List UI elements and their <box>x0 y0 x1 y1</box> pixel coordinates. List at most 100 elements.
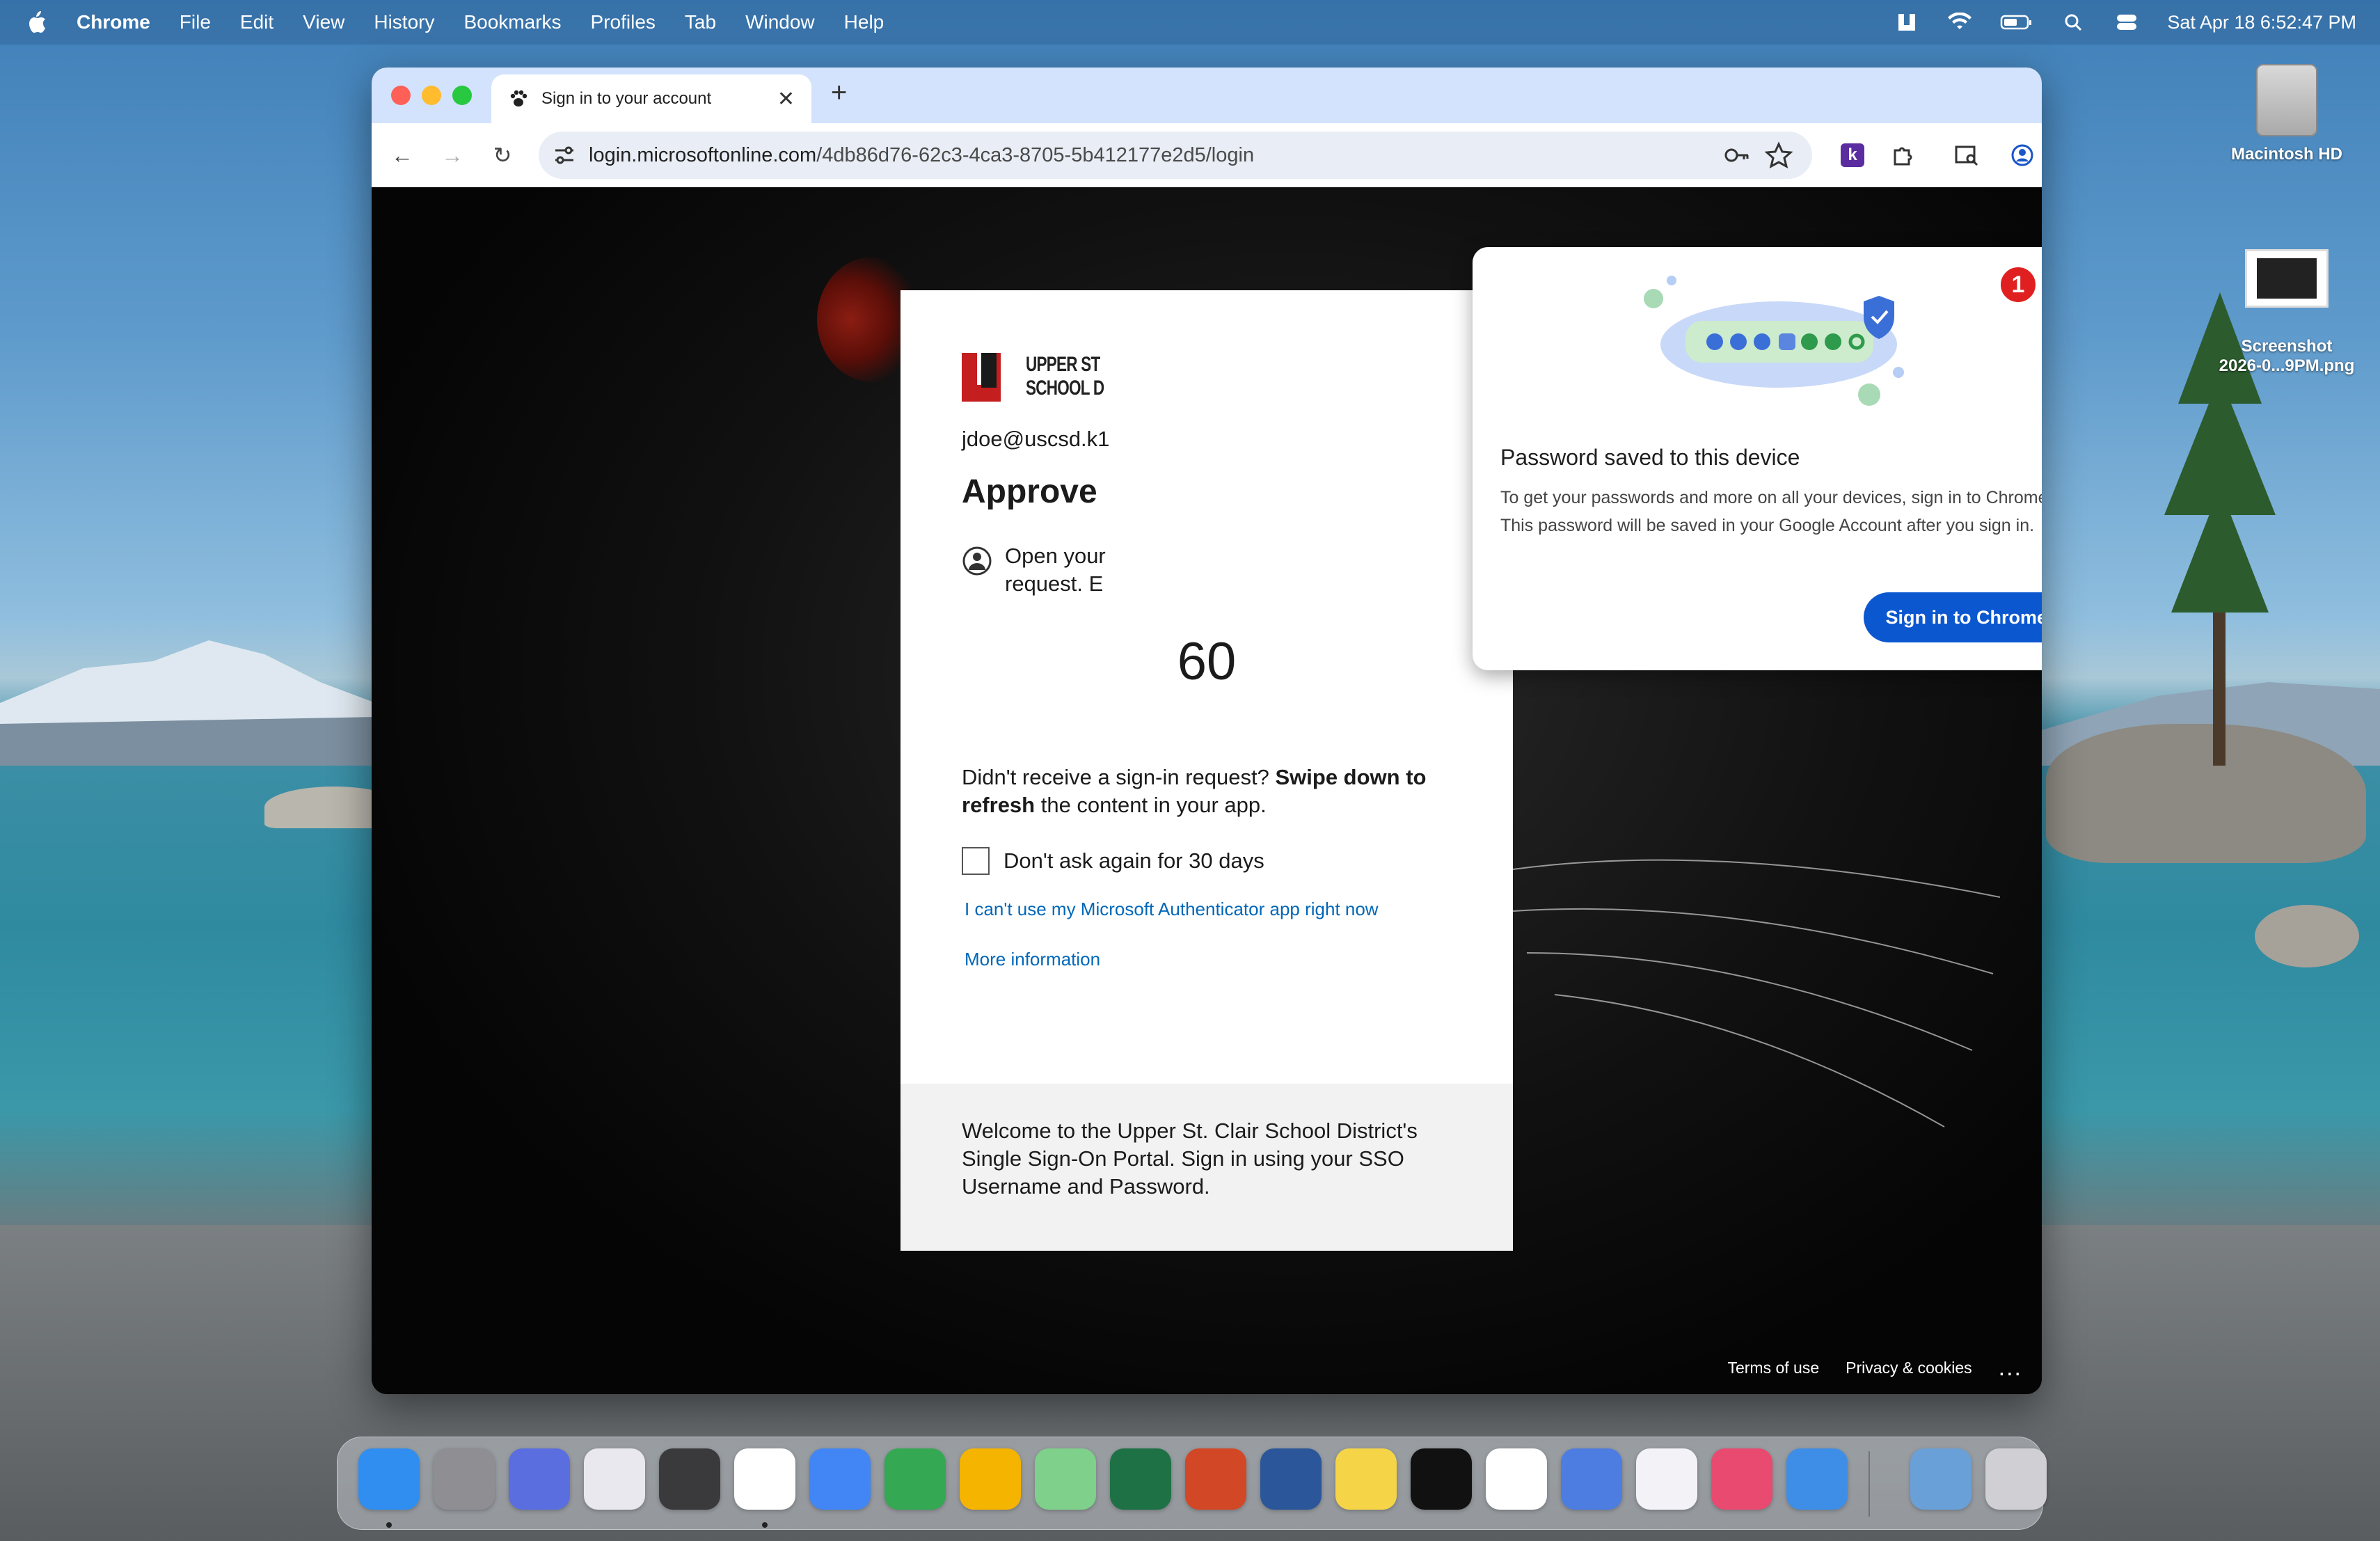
dock-app-system-settings-icon[interactable] <box>434 1448 495 1510</box>
desktop-icon-label: Screenshot 2026-0...9PM.png <box>2219 337 2355 375</box>
didnt-receive-text: Didn't receive a sign-in request? Swipe … <box>962 765 1427 817</box>
dock-app-reminders-icon[interactable] <box>1636 1448 1697 1510</box>
dock-app-iphone-mirroring-icon[interactable] <box>509 1448 570 1510</box>
spotlight-search-icon[interactable] <box>2061 13 2086 32</box>
bubble-body: To get your passwords and more on all yo… <box>1500 488 2042 535</box>
authenticator-lock-icon <box>962 546 992 576</box>
dock-app-screen-time-icon[interactable] <box>1561 1448 1622 1510</box>
address-bar[interactable]: login.microsoftonline.com/4db86d76-62c3-… <box>539 132 1812 179</box>
district-logo-icon <box>962 353 1001 402</box>
close-window-button[interactable] <box>391 86 411 105</box>
background-whiskers <box>1513 859 2000 1128</box>
chrome-window: Sign in to your account ✕ + ← → ↻ login.… <box>372 68 2042 1394</box>
district-u-icon[interactable] <box>1894 13 1919 32</box>
menu-bar-clock[interactable]: Sat Apr 18 6:52:47 PM <box>2167 12 2356 33</box>
dock-app-google-slides-icon[interactable] <box>960 1448 1021 1510</box>
dock-app-notes-icon[interactable] <box>1335 1448 1397 1510</box>
battery-icon[interactable] <box>2000 13 2033 32</box>
dont-ask-again-row[interactable]: Don't ask again for 30 days <box>962 847 1264 875</box>
dock-app-downloads-folder-icon[interactable] <box>1910 1448 1972 1510</box>
user-email: jdoe@uscsd.k1 <box>962 427 1110 451</box>
more-information-link[interactable]: More information <box>965 949 1100 970</box>
more-options-link[interactable]: ... <box>1999 1354 2022 1382</box>
dock-app-maps-icon[interactable] <box>1035 1448 1096 1510</box>
paw-favicon-icon <box>510 90 527 106</box>
notification-badge: 1 <box>1999 265 2038 304</box>
menu-view[interactable]: View <box>303 11 344 33</box>
password-saved-bubble: 1 ✕ Password saved to this device To get… <box>1473 247 2042 670</box>
sign-in-to-chrome-button[interactable]: Sign in to Chrome <box>1863 592 2042 642</box>
k-extension-icon[interactable]: k <box>1837 140 1868 171</box>
district-logo-text: UPPER ST SCHOOL D <box>1026 353 1104 400</box>
new-tab-button[interactable]: + <box>831 77 847 109</box>
hard-drive-icon <box>2256 64 2317 136</box>
dock-app-finder-icon[interactable] <box>358 1448 420 1510</box>
dock-app-calculator-icon[interactable] <box>659 1448 720 1510</box>
macos-menu-bar: Chrome File Edit View History Bookmarks … <box>0 0 2380 45</box>
bookmark-star-icon[interactable] <box>1765 141 1793 169</box>
tab-close-icon[interactable]: ✕ <box>777 87 795 111</box>
desktop-icon-screenshot[interactable]: Screenshot 2026-0...9PM.png <box>2217 230 2356 395</box>
screenshot-thumbnail-icon <box>2245 249 2329 308</box>
page-title: Approve <box>962 473 1097 510</box>
tab-search-icon[interactable] <box>1951 140 1982 171</box>
dock-app-tv-icon[interactable] <box>1411 1448 1472 1510</box>
forward-button[interactable]: → <box>437 140 468 171</box>
password-illustration-icon <box>1644 276 1904 406</box>
page-footer-links: Terms of use Privacy & cookies ... <box>1727 1354 2022 1382</box>
back-button[interactable]: ← <box>387 140 418 171</box>
url-host: login.microsoftonline.com <box>589 143 817 166</box>
url-path: /4db86d76-62c3-4ca3-8705-5b412177e2d5/lo… <box>816 143 1255 166</box>
sign-in-card: UPPER ST SCHOOL D jdoe@uscsd.k1 Approve … <box>901 290 1513 1251</box>
dont-ask-again-label[interactable]: Don't ask again for 30 days <box>1003 848 1264 874</box>
bubble-title: Password saved to this device <box>1500 445 1800 470</box>
macos-dock <box>337 1437 2047 1530</box>
apple-menu-icon[interactable] <box>26 10 47 34</box>
dock-app-trash-icon[interactable] <box>1985 1448 2047 1510</box>
menu-bar-status-area: Sat Apr 18 6:52:47 PM <box>1894 0 2356 45</box>
minimize-window-button[interactable] <box>422 86 441 105</box>
browser-toolbar: ← → ↻ login.microsoftonline.com/4db86d76… <box>372 123 2042 187</box>
cant-use-authenticator-link[interactable]: I can't use my Microsoft Authenticator a… <box>965 899 1379 920</box>
wallpaper-rock <box>2255 905 2359 967</box>
desktop-icon-label: Macintosh HD <box>2230 145 2342 164</box>
dock-app-photos-icon[interactable] <box>1486 1448 1547 1510</box>
dock-app-excel-icon[interactable] <box>1110 1448 1171 1510</box>
menu-profiles[interactable]: Profiles <box>591 11 656 33</box>
wifi-icon[interactable] <box>1947 13 1972 32</box>
menu-help[interactable]: Help <box>844 11 884 33</box>
dock-app-word-icon[interactable] <box>1260 1448 1322 1510</box>
zoom-window-button[interactable] <box>452 86 472 105</box>
auth-instructions: Open your request. E <box>1005 544 1106 596</box>
tab-title: Sign in to your account <box>541 89 712 108</box>
dock-running-indicator <box>386 1522 392 1528</box>
desktop-icon-macintosh-hd[interactable]: Macintosh HD <box>2217 64 2356 164</box>
menu-history[interactable]: History <box>374 11 434 33</box>
dock-app-google-chrome-icon[interactable] <box>734 1448 795 1510</box>
tab-sign-in[interactable]: Sign in to your account ✕ <box>491 74 811 123</box>
menu-window[interactable]: Window <box>745 11 815 33</box>
menu-app-name[interactable]: Chrome <box>77 11 150 33</box>
profile-avatar-icon[interactable] <box>2007 140 2038 171</box>
dont-ask-again-checkbox[interactable] <box>962 847 990 875</box>
password-key-icon[interactable] <box>1723 144 1751 166</box>
tab-strip: Sign in to your account ✕ + <box>372 68 2042 123</box>
extensions-puzzle-icon[interactable] <box>1887 140 1918 171</box>
menu-bookmarks[interactable]: Bookmarks <box>463 11 561 33</box>
terms-of-use-link[interactable]: Terms of use <box>1727 1359 1819 1377</box>
match-number: 60 <box>1177 632 1237 691</box>
privacy-cookies-link[interactable]: Privacy & cookies <box>1846 1359 1972 1377</box>
dock-app-google-sheets-icon[interactable] <box>884 1448 946 1510</box>
menu-file[interactable]: File <box>180 11 211 33</box>
control-center-icon[interactable] <box>2114 13 2139 32</box>
menu-tab[interactable]: Tab <box>685 11 716 33</box>
dock-app-launchpad-icon[interactable] <box>584 1448 645 1510</box>
dock-app-powerpoint-icon[interactable] <box>1185 1448 1246 1510</box>
dock-app-shortcuts-icon[interactable] <box>1711 1448 1772 1510</box>
site-info-icon[interactable] <box>553 144 576 166</box>
reload-button[interactable]: ↻ <box>487 140 518 171</box>
menu-edit[interactable]: Edit <box>240 11 273 33</box>
dock-app-weather-icon[interactable] <box>1786 1448 1848 1510</box>
dock-app-google-docs-icon[interactable] <box>809 1448 871 1510</box>
dock-running-indicator <box>762 1522 768 1528</box>
